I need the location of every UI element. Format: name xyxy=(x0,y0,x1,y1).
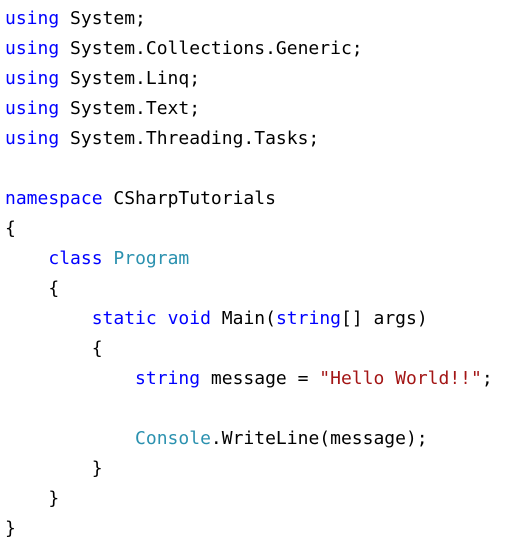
code-token-plain: { xyxy=(5,338,103,359)
code-token-keyword: class xyxy=(48,248,103,269)
code-line: } xyxy=(5,454,103,484)
code-token-keyword: namespace xyxy=(5,188,103,209)
code-line: { xyxy=(5,334,103,364)
code-line: class Program xyxy=(5,244,189,274)
code-line: } xyxy=(5,484,59,514)
code-line: { xyxy=(5,214,16,244)
code-line: Console.WriteLine(message); xyxy=(5,424,428,454)
code-line: using System.Threading.Tasks; xyxy=(5,124,319,154)
code-token-keyword: using xyxy=(5,68,60,89)
code-token-plain: } xyxy=(5,518,16,539)
code-token-plain: } xyxy=(5,488,60,509)
code-token-plain: System.Linq; xyxy=(59,68,201,89)
code-token-keyword: using xyxy=(5,8,60,29)
code-line: using System.Text; xyxy=(5,94,200,124)
code-line: namespace CSharpTutorials xyxy=(5,184,276,214)
code-token-plain: System.Collections.Generic; xyxy=(59,38,363,59)
code-line: string message = "Hello World!!"; xyxy=(5,364,493,394)
code-line: using System.Linq; xyxy=(5,64,200,94)
code-token-plain: CSharpTutorials xyxy=(102,188,276,209)
code-token-keyword: string xyxy=(275,308,341,329)
code-token-keyword: void xyxy=(167,308,211,329)
code-token-plain: System.Text; xyxy=(59,98,201,119)
code-token-string: "Hello World!!" xyxy=(319,368,482,389)
code-token-plain: { xyxy=(5,218,16,239)
code-token-keyword: using xyxy=(5,128,60,149)
code-editor[interactable]: using System; using System.Collections.Ge… xyxy=(0,0,531,545)
code-token-keyword: static xyxy=(91,308,157,329)
code-line: } xyxy=(5,514,16,544)
code-token-type: Program xyxy=(113,248,190,269)
code-token-plain: ; xyxy=(481,368,493,389)
code-token-plain: message = xyxy=(200,368,320,389)
code-token-keyword: string xyxy=(135,368,201,389)
code-token-plain: System; xyxy=(59,8,146,29)
code-line: using System.Collections.Generic; xyxy=(5,34,363,64)
code-token-plain: } xyxy=(5,458,103,479)
code-token-type: Console xyxy=(135,428,211,449)
code-token-plain: { xyxy=(5,278,60,299)
code-token-plain: System.Threading.Tasks; xyxy=(59,128,320,149)
code-token-keyword: using xyxy=(5,38,60,59)
code-token-plain: [] args) xyxy=(341,308,428,329)
code-line: { xyxy=(5,274,59,304)
code-line: static void Main(string[] args) xyxy=(5,304,428,334)
code-token-plain: .WriteLine(message); xyxy=(210,428,428,449)
code-line: using System; xyxy=(5,4,146,34)
code-token-keyword: using xyxy=(5,98,60,119)
code-token-plain: Main( xyxy=(210,308,276,329)
